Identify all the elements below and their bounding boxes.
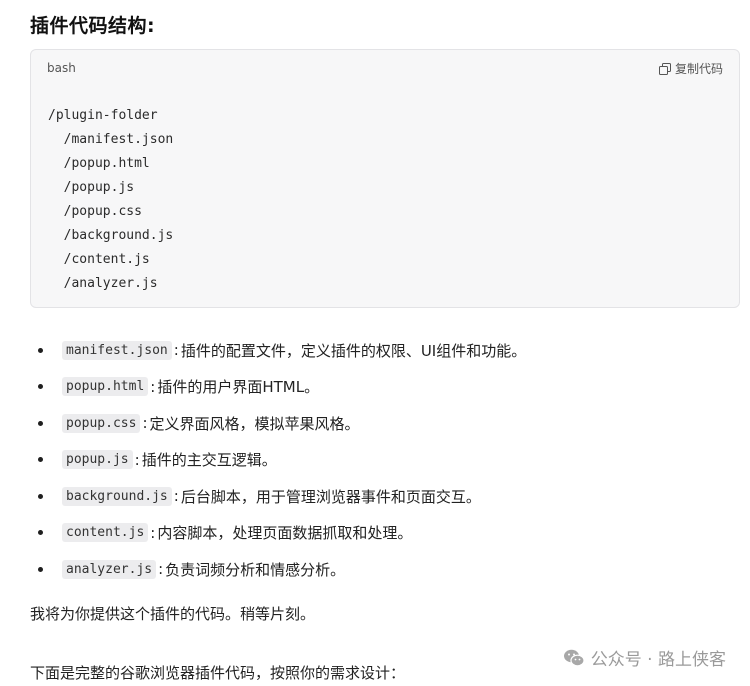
list-item-text: 负责词频分析和情感分析。	[165, 560, 346, 579]
code-line: /content.js	[48, 252, 150, 267]
inline-code: background.js	[62, 486, 172, 506]
list-item: popup.html: 插件的用户界面HTML。	[30, 369, 730, 406]
code-language-label: bash	[47, 61, 76, 75]
list-item: content.js: 内容脚本，处理页面数据抓取和处理。	[30, 515, 730, 552]
list-item: popup.css: 定义界面风格，模拟苹果风格。	[30, 405, 730, 442]
list-item-text: 内容脚本，处理页面数据抓取和处理。	[157, 524, 413, 543]
bullet-dot	[38, 566, 43, 572]
code-line: /plugin-folder	[48, 108, 158, 123]
code-line: /popup.js	[48, 180, 135, 195]
section-heading: 插件代码结构:	[30, 15, 156, 37]
list-item: popup.js: 插件的主交互逻辑。	[30, 442, 730, 479]
code-content: /plugin-folder /manifest.json /popup.htm…	[48, 104, 173, 296]
bullet-dot	[38, 384, 43, 390]
inline-code: popup.css	[62, 413, 141, 433]
watermark-text: 公众号 · 路上侠客	[590, 650, 726, 670]
code-line: /popup.html	[48, 156, 150, 171]
copy-code-button[interactable]: 复制代码	[658, 60, 723, 77]
bullet-dot	[38, 457, 43, 463]
watermark: 公众号 · 路上侠客	[563, 645, 726, 670]
bullet-dot	[38, 530, 43, 536]
list-item-text: 后台脚本，用于管理浏览器事件和页面交互。	[180, 487, 481, 506]
paragraph-text: 下面是完整的谷歌浏览器插件代码，按照你的需求设计：	[30, 664, 406, 682]
bullet-dot	[38, 493, 43, 499]
inline-code: popup.html	[62, 377, 149, 397]
file-description-list: manifest.json: 插件的配置文件，定义插件的权限、UI组件和功能。 p…	[30, 332, 730, 588]
bullet-dot	[38, 420, 43, 426]
code-line: /analyzer.js	[48, 276, 158, 291]
list-item-text: 插件的主交互逻辑。	[141, 451, 277, 470]
inline-code: manifest.json	[62, 340, 172, 360]
inline-code: analyzer.js	[62, 559, 157, 579]
list-item: manifest.json: 插件的配置文件，定义插件的权限、UI组件和功能。	[30, 332, 730, 369]
list-item-text: 插件的配置文件，定义插件的权限、UI组件和功能。	[180, 341, 527, 360]
list-item-text: 插件的用户界面HTML。	[157, 378, 320, 397]
list-item: analyzer.js: 负责词频分析和情感分析。	[30, 551, 730, 588]
inline-code: popup.js	[62, 450, 133, 470]
inline-code: content.js	[62, 523, 149, 543]
code-block: bash 复制代码 /plugin-folder /manifest.json …	[30, 49, 740, 308]
code-line: /manifest.json	[48, 132, 174, 147]
code-line: /background.js	[48, 228, 174, 243]
list-item-text: 定义界面风格，模拟苹果风格。	[149, 414, 360, 433]
paragraph-text: 我将为你提供这个插件的代码。稍等片刻。	[30, 605, 316, 623]
bullet-dot	[38, 347, 43, 353]
list-item: background.js: 后台脚本，用于管理浏览器事件和页面交互。	[30, 478, 730, 515]
wechat-icon	[563, 649, 585, 666]
code-line: /popup.css	[48, 204, 142, 219]
copy-code-label: 复制代码	[674, 62, 723, 76]
copy-icon	[658, 62, 671, 75]
